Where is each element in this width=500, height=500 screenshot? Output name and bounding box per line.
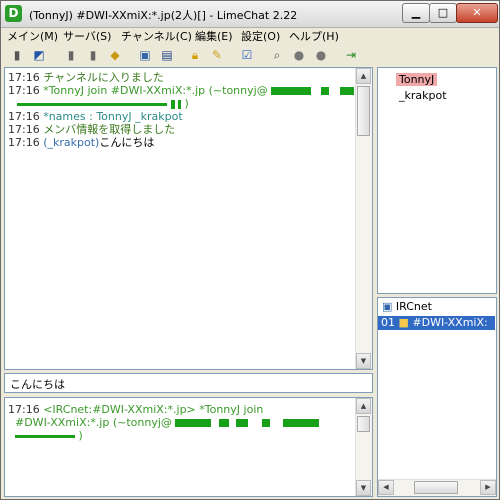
- menu-channel[interactable]: チャンネル(C): [121, 28, 192, 44]
- scroll-thumb[interactable]: [357, 416, 370, 432]
- member-item[interactable]: _krakpot: [396, 89, 450, 102]
- tree-server-item[interactable]: ▣ IRCnet: [382, 300, 432, 313]
- folder-icon: ■: [398, 316, 409, 329]
- menu-server[interactable]: サーバ(S): [63, 28, 111, 44]
- server-list-icon[interactable]: ▮: [63, 47, 79, 63]
- menu-edit[interactable]: 編集(E): [195, 28, 233, 44]
- connect-icon[interactable]: ▮: [9, 47, 25, 63]
- toolbar: ▮ ◩ ▮ ▮ ◆ ▣ ▤ 🔒︎ ✎ ☑ ⌕ ● ● ⇥: [1, 45, 499, 65]
- redacted-text: [320, 87, 329, 95]
- server-tree[interactable]: ▣ IRCnet 01 ■ #DWI-XXmiX: ◀ ▶: [377, 297, 497, 497]
- log-line-continued: ): [17, 97, 189, 110]
- log-line: 17:16 *TonnyJ join #DWI-XXmiX:*.jp (~ton…: [8, 84, 355, 97]
- minimize-icon: ▁: [411, 6, 421, 19]
- log-line: 17:16 (_krakpot)こんにちは: [8, 136, 155, 149]
- channel-log[interactable]: 17:16 チャンネルに入りました 17:16 *TonnyJ join #DW…: [4, 67, 373, 370]
- member-item[interactable]: TonnyJ: [396, 73, 438, 86]
- exit-icon[interactable]: ⇥: [343, 47, 359, 63]
- redacted-text: [261, 419, 270, 427]
- redacted-text: [271, 87, 312, 95]
- window-title: (TonnyJ) #DWI-XXmiX:*.jp(2人)[] - LimeCha…: [29, 9, 298, 22]
- menu-main[interactable]: メイン(M): [7, 28, 58, 44]
- close-icon: ✕: [472, 6, 482, 19]
- lock-icon[interactable]: 🔒︎: [187, 47, 203, 63]
- scroll-left-button[interactable]: ◀: [378, 480, 394, 495]
- console-scrollbar[interactable]: ▲ ▼: [355, 398, 372, 496]
- arrow-up-icon: ▲: [360, 402, 367, 410]
- arrow-right-icon: ▶: [485, 483, 491, 491]
- console-line: #DWI-XXmiX:*.jp (~tonnyj@: [15, 416, 320, 429]
- redacted-text: [218, 419, 229, 427]
- checklist-icon[interactable]: ☑: [239, 47, 255, 63]
- scroll-thumb[interactable]: [357, 86, 370, 136]
- tree-channel-item[interactable]: 01 ■ #DWI-XXmiX:: [378, 316, 495, 330]
- arrow-down-icon: ▼: [360, 484, 367, 492]
- redacted-text: [175, 419, 212, 427]
- scroll-thumb[interactable]: [414, 481, 458, 494]
- join-icon[interactable]: ◆: [107, 47, 123, 63]
- log-scrollbar[interactable]: ▲ ▼: [355, 68, 372, 369]
- arrow-down-icon: ▼: [360, 357, 367, 365]
- search-icon[interactable]: ⌕: [269, 47, 285, 63]
- edit-icon[interactable]: ✎: [209, 47, 225, 63]
- mute-icon[interactable]: ●: [313, 47, 329, 63]
- member-list[interactable]: TonnyJ _krakpot: [377, 67, 497, 294]
- redacted-text: [17, 102, 167, 106]
- console-line: 17:16 <IRCnet:#DWI-XXmiX:*.jp> *TonnyJ j…: [8, 403, 264, 416]
- log-line: 17:16 *names : TonnyJ _krakpot: [8, 110, 183, 123]
- message-input-box[interactable]: [4, 373, 373, 393]
- close-button[interactable]: ✕: [456, 3, 498, 23]
- redacted-text: [236, 419, 249, 427]
- menu-bar: メイン(M) サーバ(S) チャンネル(C) 編集(E) 設定(O) ヘルプ(H…: [1, 27, 499, 43]
- menu-settings[interactable]: 設定(O): [241, 28, 280, 44]
- redacted-text: [178, 99, 181, 109]
- minimize-button[interactable]: ▁: [402, 3, 430, 23]
- redacted-text: [283, 419, 320, 427]
- tree-h-scrollbar[interactable]: ◀ ▶: [378, 479, 496, 496]
- console-line-continued: ): [15, 429, 83, 442]
- speech-icon[interactable]: ●: [291, 47, 307, 63]
- maximize-button[interactable]: □: [429, 3, 457, 23]
- monitor-icon: ▣: [382, 300, 393, 313]
- scroll-up-button[interactable]: ▲: [356, 398, 371, 414]
- app-icon[interactable]: D: [5, 5, 22, 22]
- scroll-down-button[interactable]: ▼: [356, 480, 371, 496]
- main-window: D (TonnyJ) #DWI-XXmiX:*.jp(2人)[] - LimeC…: [0, 0, 500, 500]
- log-line: 17:16 メンバ情報を取得しました: [8, 123, 176, 136]
- arrow-up-icon: ▲: [360, 72, 367, 80]
- maximize-icon: □: [437, 6, 449, 19]
- redacted-text: [340, 87, 355, 95]
- scroll-right-button[interactable]: ▶: [480, 480, 496, 495]
- console-log[interactable]: 17:16 <IRCnet:#DWI-XXmiX:*.jp> *TonnyJ j…: [4, 397, 373, 497]
- scroll-down-button[interactable]: ▼: [356, 353, 371, 369]
- leave-icon[interactable]: ▣: [137, 47, 153, 63]
- disconnect-icon[interactable]: ◩: [31, 47, 47, 63]
- menu-help[interactable]: ヘルプ(H): [289, 28, 339, 44]
- message-input[interactable]: [8, 376, 367, 391]
- redacted-text: [170, 99, 175, 109]
- arrow-left-icon: ◀: [383, 483, 389, 491]
- title-bar[interactable]: D (TonnyJ) #DWI-XXmiX:*.jp(2人)[] - LimeC…: [1, 1, 499, 28]
- scroll-up-button[interactable]: ▲: [356, 68, 371, 84]
- log-line: 17:16 チャンネルに入りました: [8, 71, 164, 84]
- server-properties-icon[interactable]: ▮: [85, 47, 101, 63]
- channel-list-icon[interactable]: ▤: [159, 47, 175, 63]
- redacted-text: [15, 434, 75, 438]
